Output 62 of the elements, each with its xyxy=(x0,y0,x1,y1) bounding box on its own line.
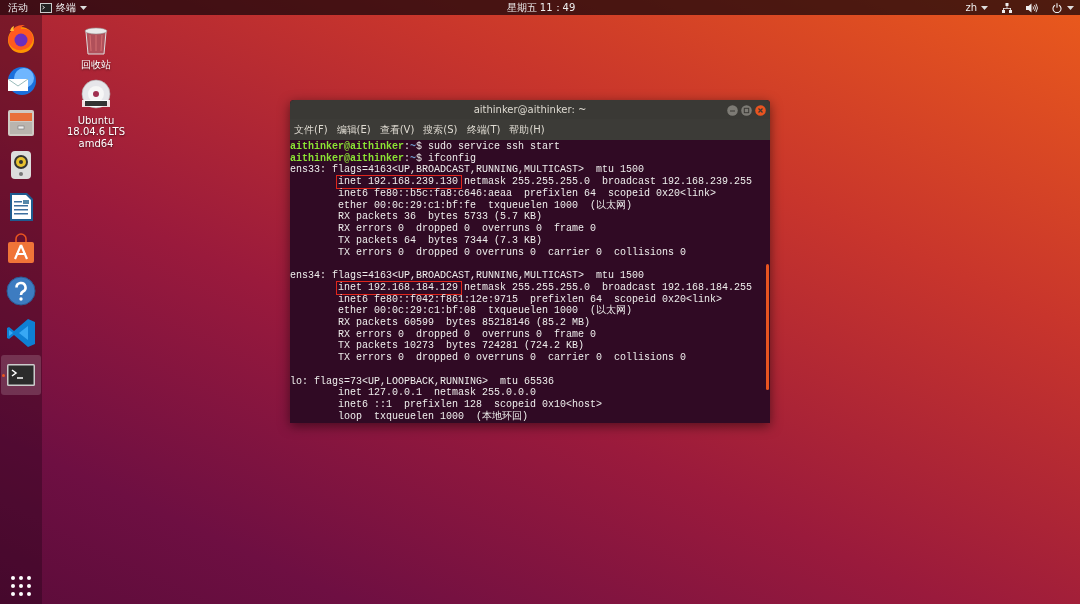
output-line: ether 00:0c:29:c1:bf:08 txqueuelen 1000 (以太网) xyxy=(338,305,633,317)
app-grid-icon xyxy=(9,574,33,598)
output-line: RX errors 0 dropped 0 overruns 0 frame 0 xyxy=(338,328,597,340)
menu-item[interactable]: 搜索(S) xyxy=(423,122,458,137)
output-line: TX errors 0 dropped 0 overruns 0 carrier 0 collisions 0 xyxy=(338,352,687,364)
menu-item[interactable]: 文件(F) xyxy=(294,122,328,137)
caret-icon xyxy=(981,5,988,10)
close-button[interactable] xyxy=(755,104,766,115)
minimize-button[interactable] xyxy=(727,104,738,115)
caret-icon xyxy=(80,5,87,10)
volume-icon[interactable] xyxy=(1026,2,1038,13)
drawer-icon xyxy=(5,107,37,139)
maximize-button[interactable] xyxy=(741,104,752,115)
menu-item[interactable]: 编辑(E) xyxy=(336,122,371,137)
shopping-bag-icon xyxy=(5,233,37,265)
icon-label[interactable]: 18.04.6 LTS xyxy=(67,126,125,139)
output-line: TX packets 10273 bytes 724281 (724.2 KB) xyxy=(338,340,585,352)
output-line: inet6 ::1 prefixlen 128 scopeid 0x10<host> xyxy=(338,399,603,411)
output-line: ens33: flags=4163<UP,BROADCAST,RUNNING,MULTICAST> mtu 1500 xyxy=(290,164,645,176)
icon-label[interactable]: amd64 xyxy=(78,138,114,150)
menu-item[interactable]: 终端(T) xyxy=(466,122,501,137)
dock-item[interactable] xyxy=(1,355,41,395)
power-icon[interactable] xyxy=(1052,2,1062,13)
command-line: aithinker@aithinker:~$ ifconfig xyxy=(290,152,478,164)
output-line: TX errors 0 dropped 0 overruns 0 carrier 0 collisions 0 xyxy=(338,246,687,259)
network-icon[interactable] xyxy=(1002,2,1012,13)
output-line: RX packets 60599 bytes 85218146 (85.2 MB) xyxy=(338,317,591,329)
terminal-icon xyxy=(40,2,52,13)
close-icon xyxy=(755,105,766,116)
window-title: aithinker@aithinker: ~ xyxy=(473,104,587,115)
output-line: netmask 255.255.255.0 broadcast 192.168.239.255 xyxy=(464,176,753,188)
minimize-icon xyxy=(727,105,738,116)
output-line: lo: flags=73<UP,LOOPBACK,RUNNING> mtu 65536 xyxy=(290,375,555,387)
highlight-box: inet 192.168.184.129 xyxy=(337,281,462,294)
output-line: netmask 255.255.255.0 broadcast 192.168.184.255 xyxy=(464,281,753,294)
clock[interactable]: 星期五 11：49 xyxy=(506,0,576,15)
app-menu[interactable]: 终端 xyxy=(56,0,76,15)
input-method-menu[interactable]: zh xyxy=(965,2,977,13)
output-line: loop txqueuelen 1000 (本地环回) xyxy=(338,410,529,423)
icon-label[interactable]: Ubuntu xyxy=(77,114,115,127)
help-icon xyxy=(5,275,37,307)
output-line: inet 127.0.0.1 netmask 255.0.0.0 xyxy=(338,387,537,399)
highlight-box: inet 192.168.239.130 xyxy=(337,176,462,188)
output-line: RX errors 0 dropped 0 overruns 0 frame 0 xyxy=(338,223,597,235)
output-line: ens34: flags=4163<UP,BROADCAST,RUNNING,MULTICAST> mtu 1500 xyxy=(290,270,645,282)
caret-icon xyxy=(1067,5,1074,10)
activities-button[interactable]: 活动 xyxy=(8,0,28,15)
browser-icon xyxy=(5,23,37,55)
output-line: inet6 fe80::f042:f861:12e:9715 prefixlen 64 scopeid 0x20<link> xyxy=(338,293,723,305)
output-line: TX packets 64 bytes 7344 (7.3 KB) xyxy=(338,234,543,247)
mail-icon xyxy=(5,65,37,97)
menu-item[interactable]: 查看(V) xyxy=(379,122,415,137)
scrollbar[interactable] xyxy=(766,264,769,390)
icon-label[interactable]: 回收站 xyxy=(81,59,111,71)
command-line: aithinker@aithinker:~$ sudo service ssh start xyxy=(290,141,562,153)
app-grid-button[interactable] xyxy=(9,574,33,598)
output-line: inet6 fe80::b5c:fa8:c646:aeaa prefixlen 64 scopeid 0x20<link> xyxy=(338,187,717,199)
maximize-icon xyxy=(741,105,752,116)
output-line: RX packets 36 bytes 5733 (5.7 KB) xyxy=(338,211,543,223)
output-line: ether 00:0c:29:c1:bf:fe txqueuelen 1000 (以太网) xyxy=(338,199,633,211)
menu-item[interactable]: 帮助(H) xyxy=(509,122,545,137)
code-editor-icon xyxy=(5,317,37,349)
